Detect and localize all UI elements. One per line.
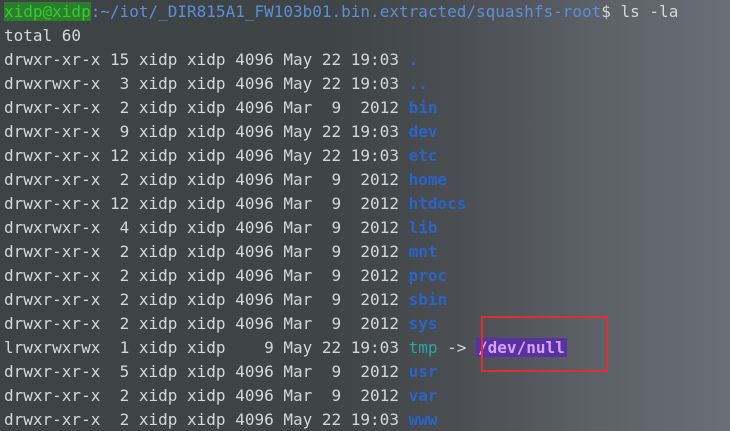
directory-name: ..: [408, 74, 428, 93]
listing-row: drwxr-xr-x 2 xidp xidp 4096 Mar 9 2012 s…: [4, 288, 447, 312]
listing-row: drwxr-xr-x 2 xidp xidp 4096 Mar 9 2012 h…: [4, 168, 447, 192]
row-meta: drwxr-xr-x 2 xidp xidp 4096 Mar 9 2012: [4, 170, 409, 189]
row-meta: drwxr-xr-x 2 xidp xidp 4096 Mar 9 2012: [4, 266, 409, 285]
row-meta: drwxr-xr-x 2 xidp xidp 4096 May 22 19:03: [4, 410, 409, 429]
listing-row: drwxr-xr-x 12 xidp xidp 4096 Mar 9 2012 …: [4, 192, 466, 216]
row-meta: drwxr-xr-x 2 xidp xidp 4096 Mar 9 2012: [4, 242, 409, 261]
directory-name: dev: [408, 122, 438, 141]
symlink-arrow: ->: [447, 338, 467, 357]
listing-row: drwxr-xr-x 9 xidp xidp 4096 May 22 19:03…: [4, 120, 437, 144]
listing-row: drwxr-xr-x 2 xidp xidp 4096 Mar 9 2012 b…: [4, 96, 437, 120]
listing-row: drwxr-xr-x 15 xidp xidp 4096 May 22 19:0…: [4, 48, 418, 72]
directory-name: .: [408, 50, 419, 69]
row-meta: drwxr-xr-x 2 xidp xidp 4096 Mar 9 2012: [4, 386, 409, 405]
directory-name: sys: [408, 314, 438, 333]
listing-row: drwxr-xr-x 2 xidp xidp 4096 Mar 9 2012 m…: [4, 240, 437, 264]
total-line: total 60: [4, 26, 82, 45]
row-meta: drwxrwxr-x 4 xidp xidp 4096 Mar 9 2012: [4, 218, 409, 237]
prompt-user-host: xidp@xidp: [4, 2, 91, 21]
listing-row: drwxr-xr-x 2 xidp xidp 4096 Mar 9 2012 s…: [4, 312, 437, 336]
directory-name: bin: [408, 98, 438, 117]
listing-row: drwxr-xr-x 2 xidp xidp 4096 Mar 9 2012 p…: [4, 264, 447, 288]
row-meta: drwxr-xr-x 15 xidp xidp 4096 May 22 19:0…: [4, 50, 409, 69]
directory-name: proc: [408, 266, 448, 285]
prompt-symbol: $: [601, 2, 611, 21]
directory-name: var: [408, 386, 438, 405]
row-meta: lrwxrwxrwx 1 xidp xidp 9 May 22 19:03: [4, 338, 409, 357]
directory-name: www: [408, 410, 438, 429]
terminal-window[interactable]: xidp@xidp:~/iot/_DIR815A1_FW103b01.bin.e…: [0, 0, 730, 431]
listing-row: drwxrwxr-x 3 xidp xidp 4096 May 22 19:03…: [4, 72, 428, 96]
row-meta: drwxr-xr-x 5 xidp xidp 4096 Mar 9 2012: [4, 362, 409, 381]
listing-row: drwxr-xr-x 2 xidp xidp 4096 May 22 19:03…: [4, 408, 437, 431]
prompt-path: :~/iot/_DIR815A1_FW103b01.bin.extracted/…: [90, 2, 602, 21]
row-meta: drwxr-xr-x 12 xidp xidp 4096 May 22 19:0…: [4, 146, 409, 165]
directory-name: htdocs: [408, 194, 467, 213]
listing-row: drwxrwxr-x 4 xidp xidp 4096 Mar 9 2012 l…: [4, 216, 437, 240]
row-meta: drwxr-xr-x 12 xidp xidp 4096 Mar 9 2012: [4, 194, 409, 213]
directory-name: etc: [408, 146, 438, 165]
directory-name: sbin: [408, 290, 448, 309]
annotation-highlight-box: [481, 316, 608, 372]
row-meta: drwxr-xr-x 2 xidp xidp 4096 Mar 9 2012: [4, 98, 409, 117]
directory-name: lib: [408, 218, 438, 237]
listing-row: drwxr-xr-x 12 xidp xidp 4096 May 22 19:0…: [4, 144, 437, 168]
row-meta: drwxrwxr-x 3 xidp xidp 4096 May 22 19:03: [4, 74, 409, 93]
prompt-line: xidp@xidp:~/iot/_DIR815A1_FW103b01.bin.e…: [4, 0, 678, 24]
directory-name: usr: [408, 362, 438, 381]
directory-name: mnt: [408, 242, 438, 261]
row-meta: drwxr-xr-x 9 xidp xidp 4096 May 22 19:03: [4, 122, 409, 141]
row-meta: drwxr-xr-x 2 xidp xidp 4096 Mar 9 2012: [4, 290, 409, 309]
prompt-command: ls -la: [610, 2, 679, 21]
listing-row: drwxr-xr-x 5 xidp xidp 4096 Mar 9 2012 u…: [4, 360, 437, 384]
directory-name: home: [408, 170, 448, 189]
listing-row: drwxr-xr-x 2 xidp xidp 4096 Mar 9 2012 v…: [4, 384, 437, 408]
symlink-name: tmp: [408, 338, 438, 357]
row-meta: drwxr-xr-x 2 xidp xidp 4096 Mar 9 2012: [4, 314, 409, 333]
